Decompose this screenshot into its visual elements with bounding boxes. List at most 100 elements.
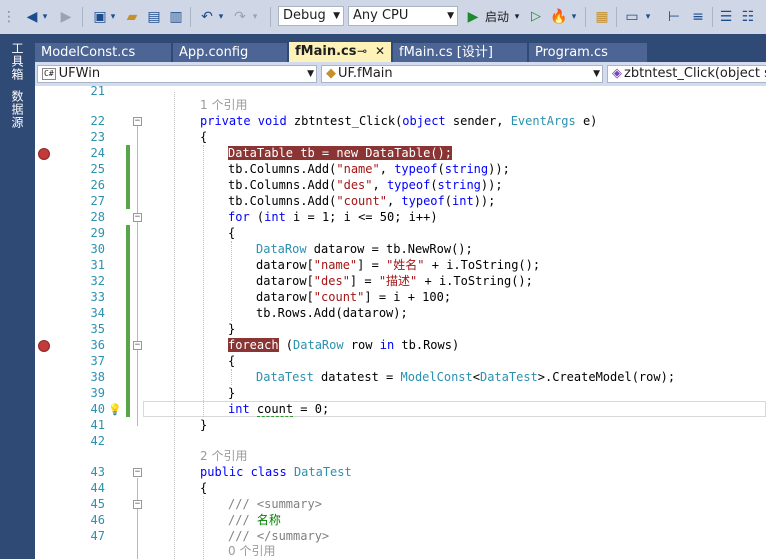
class-icon: ◆	[326, 66, 336, 81]
project-dropdown[interactable]: C# UFWin ▼	[37, 65, 317, 83]
start-dropdown-icon[interactable]: ▾	[512, 7, 522, 27]
reference-count[interactable]: 1 个引用	[200, 97, 247, 113]
tab-modelconst[interactable]: ModelConst.cs	[35, 43, 171, 62]
code-line[interactable]: {	[228, 353, 235, 369]
line-number: 37	[90, 354, 105, 368]
tab-app-config[interactable]: App.config	[173, 43, 287, 62]
save-all-icon[interactable]: ▥	[166, 7, 186, 27]
back-icon[interactable]: ◀	[22, 7, 42, 27]
code-line[interactable]: private void zbtntest_Click(object sende…	[200, 113, 597, 129]
data-sources-tab[interactable]: 数据源	[8, 90, 26, 129]
redo-icon[interactable]: ↷	[230, 7, 250, 27]
new-project-dropdown-icon[interactable]: ▾	[108, 7, 118, 27]
save-icon[interactable]: ▤	[144, 7, 164, 27]
code-text: DataTable();	[358, 146, 452, 160]
comment-text: 名称	[256, 513, 281, 527]
back-dropdown-icon[interactable]: ▾	[40, 7, 50, 27]
code-line[interactable]: {	[228, 225, 235, 241]
class-dropdown[interactable]: ◆ UF.fMain ▼	[321, 65, 603, 83]
code-line[interactable]: DataTest datatest = ModelConst<DataTest>…	[256, 369, 675, 385]
comment-icon[interactable]: ☰	[716, 7, 736, 27]
hot-reload-dropdown-icon[interactable]: ▾	[569, 7, 579, 27]
uncomment-icon[interactable]: ☷	[738, 7, 758, 27]
collapse-icon[interactable]: −	[133, 341, 142, 350]
undo-dropdown-icon[interactable]: ▾	[216, 7, 226, 27]
undo-icon[interactable]: ↶	[197, 7, 217, 27]
breakpoint-icon[interactable]	[38, 148, 50, 160]
code-text: sender,	[445, 114, 511, 128]
project-name: UFWin	[58, 66, 101, 81]
type-name: DataRow	[293, 338, 344, 352]
layout-dropdown-icon[interactable]: ▾	[642, 7, 654, 27]
document-tabs: ModelConst.cs App.config fMain.cs ⊸ ✕ fM…	[35, 34, 766, 62]
code-line[interactable]: tb.Columns.Add("des", typeof(string));	[228, 177, 503, 193]
lightbulb-icon[interactable]: 💡	[108, 403, 122, 416]
config-select[interactable]: Debug ▼	[278, 6, 344, 26]
redo-dropdown-icon[interactable]: ▾	[250, 7, 260, 27]
align-left-icon[interactable]: ⊢	[664, 7, 684, 27]
toolbox-tab[interactable]: 工具箱	[8, 42, 26, 81]
code-line[interactable]: }	[228, 385, 235, 401]
collapse-icon[interactable]: −	[133, 117, 142, 126]
code-line[interactable]: /// 名称	[228, 512, 281, 528]
code-line[interactable]: /// </summary>	[228, 528, 329, 544]
line-number: 34	[90, 306, 105, 320]
new-project-icon[interactable]: ▣	[90, 7, 110, 27]
collapse-icon[interactable]: −	[133, 213, 142, 222]
line-number: 46	[90, 513, 105, 527]
code-text: tb.Columns.Add(	[228, 162, 337, 176]
code-line[interactable]: for (int i = 1; i <= 50; i++)	[228, 209, 438, 225]
reference-count[interactable]: 2 个引用	[200, 448, 247, 464]
string-literal: "count"	[336, 194, 387, 208]
keyword: typeof	[401, 194, 445, 208]
tab-label: ModelConst.cs	[41, 45, 136, 60]
code-line[interactable]: /// <summary>	[228, 496, 322, 512]
member-dropdown[interactable]: ◈zbtntest_Click(object sender	[607, 65, 766, 83]
code-line[interactable]: tb.Columns.Add("name", typeof(string));	[228, 161, 510, 177]
collapse-icon[interactable]: −	[133, 500, 142, 509]
code-line[interactable]: datarow["des"] = "描述" + i.ToString();	[256, 273, 533, 289]
code-line[interactable]: tb.Columns.Add("count", typeof(int));	[228, 193, 495, 209]
window-layout-icon[interactable]: ▭	[622, 7, 642, 27]
line-number: 28	[90, 210, 105, 224]
code-line[interactable]: tb.Rows.Add(datarow);	[256, 305, 408, 321]
code-line[interactable]: }	[200, 417, 207, 433]
open-folder-icon[interactable]: ▰	[122, 7, 142, 27]
code-line-current[interactable]: int count = 0;	[228, 401, 329, 417]
tab-fmain-designer[interactable]: fMain.cs [设计]	[393, 43, 527, 62]
platform-select[interactable]: Any CPU ▼	[348, 6, 458, 26]
breakpoint-icon[interactable]	[38, 340, 50, 352]
toolbar-separator	[712, 7, 713, 27]
solution-explorer-icon[interactable]: ▦	[592, 7, 612, 27]
reference-count[interactable]: 0 个引用	[228, 543, 275, 559]
code-line[interactable]: datarow["count"] = i + 100;	[256, 289, 451, 305]
hot-reload-icon[interactable]: 🔥	[549, 7, 569, 27]
format-icon[interactable]: ≡	[688, 7, 708, 27]
code-line[interactable]: datarow["name"] = "姓名" + i.ToString();	[256, 257, 540, 273]
code-line[interactable]: public class DataTest	[200, 464, 352, 480]
chevron-down-icon: ▼	[307, 69, 314, 79]
code-text: ));	[480, 178, 503, 192]
code-line-breakpoint[interactable]: foreach (DataRow row in tb.Rows)	[228, 337, 459, 353]
code-line[interactable]: }	[228, 321, 235, 337]
code-line-breakpoint[interactable]: DataTable tb = new DataTable();	[228, 145, 452, 161]
tab-label: Program.cs	[535, 45, 608, 60]
tab-fmain-cs[interactable]: fMain.cs ⊸ ✕	[289, 42, 391, 62]
line-number: 30	[90, 242, 105, 256]
chevron-down-icon: ▼	[447, 11, 454, 21]
code-line[interactable]: {	[200, 480, 207, 496]
start-icon[interactable]: ▶	[464, 7, 482, 27]
code-text: (	[249, 210, 265, 224]
start-without-debug-icon[interactable]: ▷	[527, 7, 545, 27]
code-line[interactable]: {	[200, 129, 207, 145]
start-label[interactable]: 启动	[482, 7, 512, 27]
pin-icon[interactable]: ⊸	[357, 42, 367, 61]
collapse-icon[interactable]: −	[133, 468, 142, 477]
tab-program-cs[interactable]: Program.cs	[529, 43, 647, 62]
keyword: in	[379, 338, 395, 352]
close-icon[interactable]: ✕	[375, 42, 385, 61]
keyword: typeof	[394, 162, 438, 176]
line-number: 31	[90, 258, 105, 272]
forward-icon[interactable]: ▶	[56, 7, 76, 27]
code-line[interactable]: DataRow datarow = tb.NewRow();	[256, 241, 473, 257]
